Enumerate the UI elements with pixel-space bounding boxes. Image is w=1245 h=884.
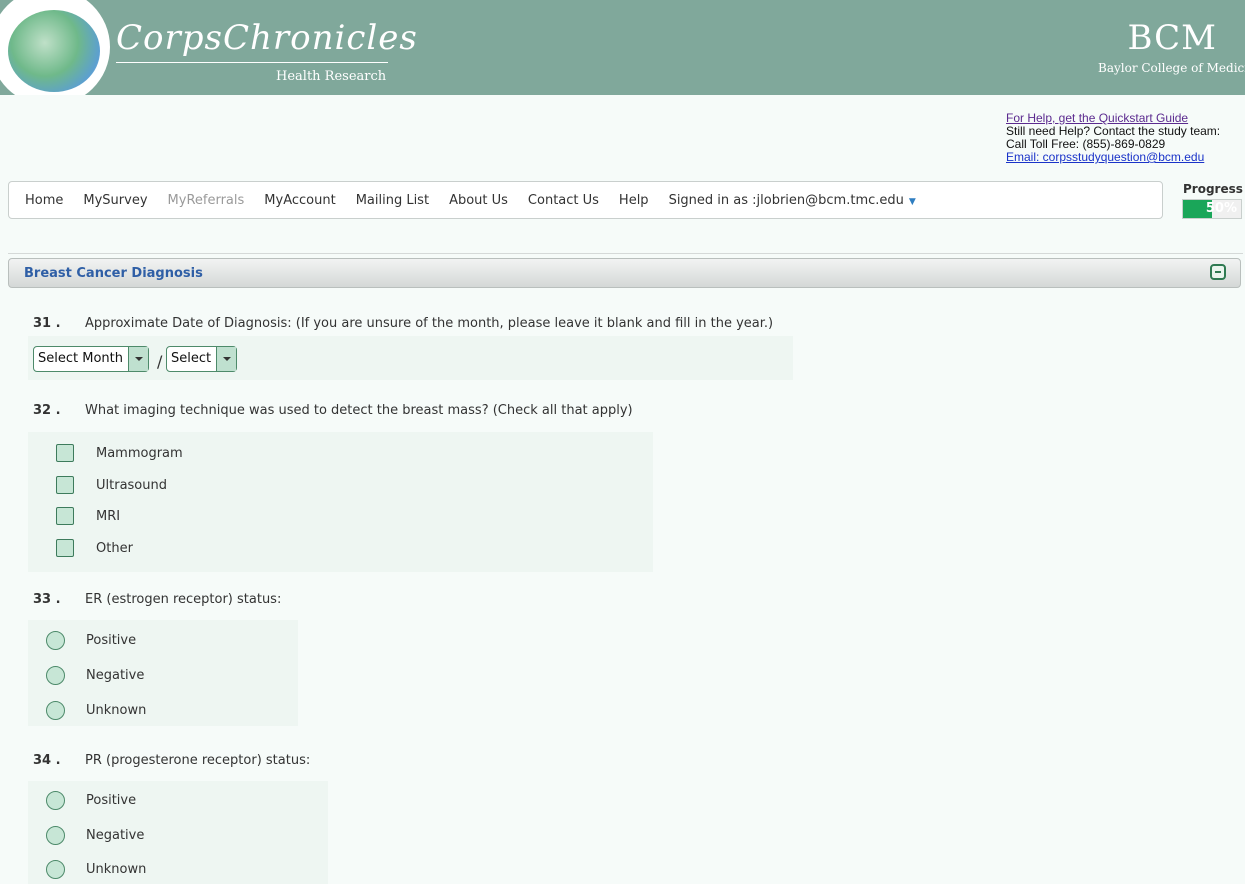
chevron-down-icon[interactable] <box>216 347 237 371</box>
nav-mysurvey[interactable]: MySurvey <box>83 193 147 208</box>
nav-contact-us[interactable]: Contact Us <box>528 193 599 208</box>
bcm-name: Baylor College of Medicine <box>1098 61 1245 75</box>
option-label: Unknown <box>86 703 147 718</box>
year-select[interactable]: Select <box>166 346 238 372</box>
brand-title: CorpsChronicles <box>116 18 418 58</box>
collapse-icon[interactable] <box>1210 264 1226 280</box>
option-mri[interactable]: MRI <box>56 507 120 525</box>
option-pr-negative[interactable]: Negative <box>46 826 145 845</box>
option-label: Positive <box>86 633 137 648</box>
nav-help[interactable]: Help <box>619 193 649 208</box>
question-number: 33 . <box>33 592 61 607</box>
option-pr-positive[interactable]: Positive <box>46 791 137 810</box>
header-banner: CorpsChronicles Health Research BCM Bayl… <box>0 0 1245 95</box>
option-label: Ultrasound <box>96 477 167 493</box>
bcm-logo: BCM <box>1127 18 1217 58</box>
question-33: 33 . ER (estrogen receptor) status: <box>33 592 281 607</box>
brand-subtitle: Health Research <box>276 69 387 84</box>
section-title: Breast Cancer Diagnosis <box>24 266 203 281</box>
radio-button[interactable] <box>46 631 65 650</box>
checkbox[interactable] <box>56 476 74 494</box>
option-mammogram[interactable]: Mammogram <box>56 444 183 462</box>
option-ultrasound[interactable]: Ultrasound <box>56 476 167 494</box>
signed-in-label: Signed in as :jlobrien@bcm.tmc.edu <box>668 192 904 208</box>
question-number: 32 . <box>33 403 61 418</box>
section-header: Breast Cancer Diagnosis <box>8 258 1241 288</box>
nav-myaccount[interactable]: MyAccount <box>264 193 335 208</box>
nav-about-us[interactable]: About Us <box>449 193 508 208</box>
caret-down-icon: ▼ <box>908 196 916 207</box>
chevron-down-icon[interactable] <box>127 347 148 371</box>
option-label: Negative <box>86 828 145 843</box>
help-box: For Help, get the Quickstart Guide Still… <box>1006 112 1220 164</box>
radio-button[interactable] <box>46 701 65 720</box>
option-label: MRI <box>96 508 121 524</box>
year-select-value: Select <box>171 351 212 366</box>
option-label: Negative <box>86 668 145 683</box>
brand-underline <box>116 62 388 63</box>
nav-myreferrals[interactable]: MyReferrals <box>168 193 245 208</box>
option-label: Unknown <box>86 862 147 877</box>
nav-home[interactable]: Home <box>25 193 63 208</box>
main-nav: Home MySurvey MyReferrals MyAccount Mail… <box>8 181 1163 219</box>
signed-in-menu[interactable]: Signed in as :jlobrien@bcm.tmc.edu ▼ <box>669 193 916 208</box>
corps-logo-icon <box>8 10 100 92</box>
quickstart-guide-link[interactable]: For Help, get the Quickstart Guide <box>1006 111 1188 125</box>
option-er-negative[interactable]: Negative <box>46 666 145 685</box>
question-text: PR (progesterone receptor) status: <box>85 753 311 768</box>
progress-bar: 50% <box>1182 199 1242 219</box>
question-number: 34 . <box>33 753 61 768</box>
option-other[interactable]: Other <box>56 539 133 557</box>
option-label: Mammogram <box>96 445 183 461</box>
section-divider <box>8 253 1243 254</box>
option-label: Other <box>96 540 133 556</box>
checkbox[interactable] <box>56 539 74 557</box>
option-pr-unknown[interactable]: Unknown <box>46 860 147 879</box>
question-text: ER (estrogen receptor) status: <box>85 592 282 607</box>
option-er-positive[interactable]: Positive <box>46 631 137 650</box>
question-34: 34 . PR (progesterone receptor) status: <box>33 753 310 768</box>
radio-button[interactable] <box>46 826 65 845</box>
radio-button[interactable] <box>46 666 65 685</box>
option-label: Positive <box>86 793 137 808</box>
month-select[interactable]: Select Month <box>33 346 149 372</box>
help-email-link[interactable]: Email: corpsstudyquestion@bcm.edu <box>1006 150 1204 164</box>
question-text: Approximate Date of Diagnosis: (If you a… <box>85 316 774 331</box>
question-31: 31 . Approximate Date of Diagnosis: (If y… <box>33 316 773 331</box>
progress-label: Progress <box>1183 182 1243 196</box>
month-select-value: Select Month <box>38 351 123 366</box>
survey-page: CorpsChronicles Health Research BCM Bayl… <box>0 0 1245 884</box>
radio-button[interactable] <box>46 860 65 879</box>
question-text: What imaging technique was used to detec… <box>85 403 633 418</box>
checkbox[interactable] <box>56 507 74 525</box>
option-er-unknown[interactable]: Unknown <box>46 701 147 720</box>
checkbox[interactable] <box>56 444 74 462</box>
nav-mailing-list[interactable]: Mailing List <box>356 193 429 208</box>
question-32: 32 . What imaging technique was used to d… <box>33 403 633 418</box>
radio-button[interactable] <box>46 791 65 810</box>
question-number: 31 . <box>33 316 61 331</box>
progress-value: 50% <box>1205 201 1237 216</box>
